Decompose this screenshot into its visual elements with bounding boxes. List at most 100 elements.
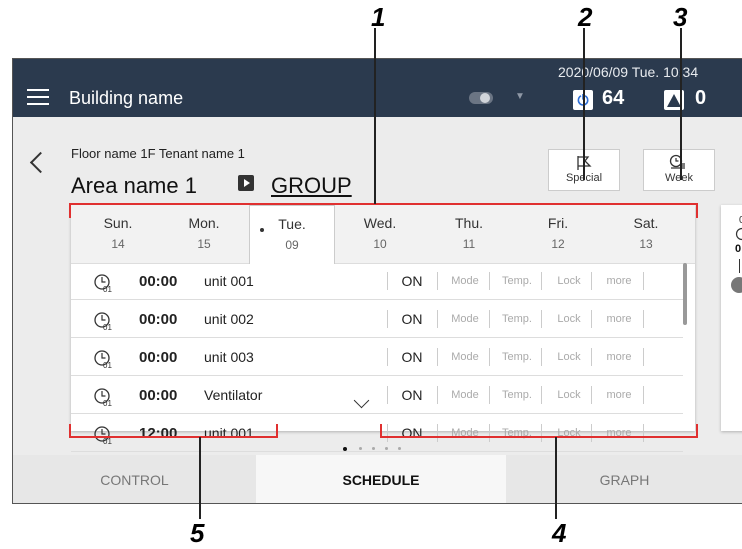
schedule-panel: Sun.14 Mon.15 Tue.09 Wed.10 Thu.11 Fri.1… <box>71 205 695 431</box>
unit-name: unit 003 <box>204 349 254 365</box>
column-divider <box>437 272 438 290</box>
pattern-number: 01 <box>103 323 112 332</box>
floor-tenant-label: Floor name 1F Tenant name 1 <box>71 146 245 161</box>
tab-control[interactable]: CONTROL <box>13 455 256 504</box>
tab-schedule[interactable]: SCHEDULE <box>256 455 506 504</box>
column-divider <box>643 348 644 366</box>
column-divider <box>489 386 490 404</box>
option-lock[interactable]: Lock <box>545 275 593 287</box>
page-dot <box>359 447 362 450</box>
count-alert: 0 <box>695 87 706 110</box>
week-button[interactable]: Week <box>643 149 715 191</box>
schedule-time: 00:00 <box>139 273 177 290</box>
callout-box-1 <box>69 203 698 218</box>
group-link[interactable]: GROUP <box>271 173 352 199</box>
column-divider <box>541 386 542 404</box>
option-more[interactable]: more <box>595 351 643 363</box>
callout-2: 2 <box>578 2 592 33</box>
top-bar: Building name ▼ 2020/06/09 Tue. 10:34 ⏻ … <box>13 59 742 117</box>
option-mode[interactable]: Mode <box>441 313 489 325</box>
option-temp[interactable]: Temp. <box>493 389 541 401</box>
callout-box-5 <box>69 424 278 438</box>
option-more[interactable]: more <box>595 275 643 287</box>
leader-line-1 <box>374 28 376 204</box>
schedule-time: 00:00 <box>139 387 177 404</box>
option-mode[interactable]: Mode <box>441 351 489 363</box>
pattern-number: 01 <box>103 361 112 370</box>
column-divider <box>489 310 490 328</box>
bottom-tabs: CONTROL SCHEDULE GRAPH <box>13 455 742 504</box>
schedule-time: 00:00 <box>139 311 177 328</box>
column-divider <box>541 348 542 366</box>
option-more[interactable]: more <box>595 389 643 401</box>
column-divider <box>437 348 438 366</box>
column-divider <box>643 310 644 328</box>
back-icon[interactable] <box>30 152 51 173</box>
scrollbar[interactable] <box>683 263 687 325</box>
building-name: Building name <box>69 88 183 109</box>
sidecard-divider <box>739 259 740 273</box>
column-divider <box>643 386 644 404</box>
leader-line-5 <box>199 437 201 519</box>
callout-box-2 <box>545 147 625 195</box>
area-name: Area name 1 <box>71 173 197 199</box>
callout-5: 5 <box>190 518 204 549</box>
toggle-switch[interactable] <box>469 92 493 104</box>
on-off-state: ON <box>397 387 427 403</box>
column-divider <box>387 310 388 328</box>
option-temp[interactable]: Temp. <box>493 313 541 325</box>
option-mode[interactable]: Mode <box>441 389 489 401</box>
column-divider <box>437 386 438 404</box>
pattern-number: 01 <box>103 399 112 408</box>
next-card-peek[interactable]: 0 0 <box>721 205 742 431</box>
option-lock[interactable]: Lock <box>545 389 593 401</box>
on-off-state: ON <box>397 311 427 327</box>
column-divider <box>387 272 388 290</box>
column-divider <box>387 386 388 404</box>
leader-line-2 <box>583 28 585 180</box>
count-on: 64 <box>602 87 624 110</box>
option-temp[interactable]: Temp. <box>493 275 541 287</box>
option-temp[interactable]: Temp. <box>493 351 541 363</box>
column-divider <box>387 348 388 366</box>
schedule-row[interactable]: 01 00:00 unit 002 ON Mode Temp. Lockmore <box>71 301 683 338</box>
unit-name: unit 002 <box>204 311 254 327</box>
callout-4: 4 <box>552 518 566 549</box>
hamburger-icon[interactable] <box>27 89 49 105</box>
on-off-state: ON <box>397 349 427 365</box>
leader-line-3 <box>680 28 682 180</box>
page-dot <box>372 447 375 450</box>
play-circle-icon[interactable] <box>731 277 742 293</box>
column-divider <box>437 310 438 328</box>
option-lock[interactable]: Lock <box>545 351 593 363</box>
option-more[interactable]: more <box>595 313 643 325</box>
page-dot-active <box>343 447 347 451</box>
pattern-number: 01 <box>103 437 112 446</box>
column-divider <box>489 348 490 366</box>
column-divider <box>643 272 644 290</box>
unit-name: Ventilator <box>204 387 262 403</box>
clock-list-icon <box>669 154 689 172</box>
sidecard-bold: 0 <box>735 243 741 255</box>
schedule-row[interactable]: 01 00:00 Ventilator ON Mode Temp. Lockmore <box>71 377 683 414</box>
unit-name: unit 001 <box>204 273 254 289</box>
chevron-down-icon[interactable] <box>354 393 370 409</box>
page-dot <box>398 447 401 450</box>
option-lock[interactable]: Lock <box>545 313 593 325</box>
leader-line-4 <box>555 437 557 519</box>
today-dot <box>260 228 264 232</box>
option-mode[interactable]: Mode <box>441 275 489 287</box>
column-divider <box>541 310 542 328</box>
schedule-time: 00:00 <box>139 349 177 366</box>
tab-graph[interactable]: GRAPH <box>506 455 742 504</box>
schedule-row[interactable]: 01 00:00 unit 003 ON Mode Temp. Lockmore <box>71 339 683 376</box>
schedule-row[interactable]: 01 00:00 unit 001 ON Mode Temp. Lockmore <box>71 263 683 300</box>
on-off-state: ON <box>397 273 427 289</box>
play-icon[interactable] <box>238 175 254 191</box>
datetime: 2020/06/09 Tue. 10:34 <box>558 64 698 80</box>
column-divider <box>541 272 542 290</box>
pattern-number: 01 <box>103 285 112 294</box>
chevron-down-icon[interactable]: ▼ <box>515 91 525 102</box>
clock-icon <box>735 227 742 241</box>
callout-box-4 <box>380 424 698 438</box>
